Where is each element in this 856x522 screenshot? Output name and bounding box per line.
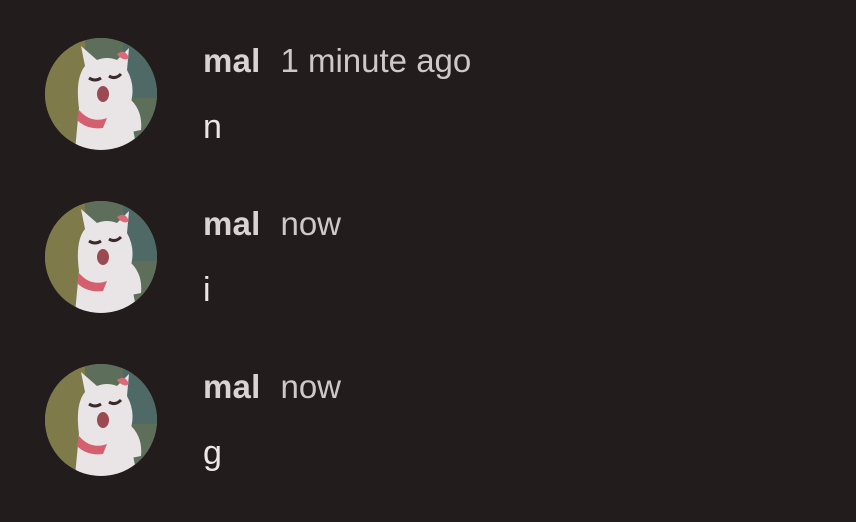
comment-meta: mal 1 minute ago (203, 42, 471, 80)
author-name[interactable]: mal (203, 205, 260, 242)
cat-avatar-icon (45, 364, 157, 476)
avatar[interactable] (45, 38, 157, 150)
comment-item: mal now g (0, 326, 856, 476)
comment-meta: mal now (203, 205, 341, 243)
comment-text: i (203, 271, 211, 309)
cat-avatar-icon (45, 38, 157, 150)
comment-list: mal 1 minute ago n mal now i mal now g (0, 0, 856, 522)
cat-avatar-icon (45, 201, 157, 313)
timestamp[interactable]: 1 minute ago (280, 42, 471, 79)
author-name[interactable]: mal (203, 368, 260, 405)
avatar[interactable] (45, 364, 157, 476)
timestamp[interactable]: now (280, 205, 341, 242)
comment-text: n (203, 108, 222, 146)
comment-item: mal now i (0, 163, 856, 313)
comment-meta: mal now (203, 368, 341, 406)
timestamp[interactable]: now (280, 368, 341, 405)
comment-text: g (203, 434, 222, 472)
comment-item: mal 1 minute ago n (0, 0, 856, 150)
avatar[interactable] (45, 201, 157, 313)
author-name[interactable]: mal (203, 42, 260, 79)
